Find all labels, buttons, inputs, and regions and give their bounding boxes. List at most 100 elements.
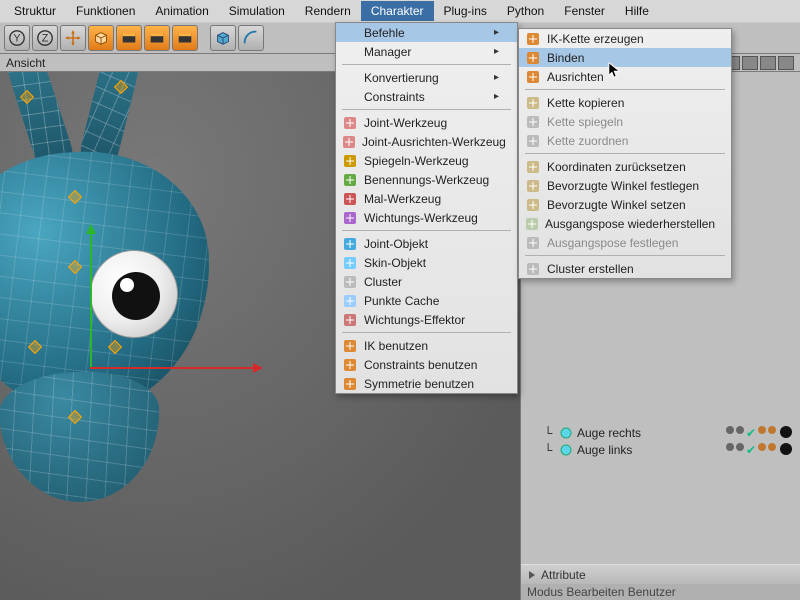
menuitem-skin-objekt[interactable]: Skin-Objekt <box>336 253 517 272</box>
axis-z-button[interactable]: Z <box>32 25 58 51</box>
character-mesh[interactable] <box>0 152 210 412</box>
mirror-icon <box>342 153 358 169</box>
menu-simulation[interactable]: Simulation <box>219 1 295 21</box>
blank-icon <box>342 70 358 86</box>
svg-text:Z: Z <box>42 33 49 45</box>
cluster-create-icon <box>525 261 541 277</box>
axis-y-button[interactable]: Y <box>4 25 30 51</box>
menuitem-label: Mal-Werkzeug <box>364 192 441 206</box>
menuitem-label: Joint-Ausrichten-Werkzeug <box>362 135 506 149</box>
menuitem-cluster-erstellen[interactable]: Cluster erstellen <box>519 259 731 278</box>
blank-icon <box>342 44 358 60</box>
menuitem-label: Skin-Objekt <box>364 256 426 270</box>
menuitem-label: Binden <box>547 51 584 65</box>
symmetry-use-icon <box>342 376 358 392</box>
menuitem-ausrichten[interactable]: Ausrichten <box>519 67 731 86</box>
move-tool-button[interactable] <box>60 25 86 51</box>
tree-flags[interactable]: ✔ <box>726 443 798 457</box>
viewport-nav-2[interactable] <box>742 56 758 70</box>
menu-python[interactable]: Python <box>497 1 554 21</box>
viewport-nav-3[interactable] <box>760 56 776 70</box>
tree-item[interactable]: └Auge rechts✔ <box>523 424 798 441</box>
cube-primitive-button[interactable] <box>88 25 114 51</box>
menuitem-joint-objekt[interactable]: Joint-Objekt <box>336 234 517 253</box>
menuitem-label: Constraints <box>364 90 425 104</box>
menuitem-wichtungs-werkzeug[interactable]: Wichtungs-Werkzeug <box>336 208 517 227</box>
menuitem-label: Cluster <box>364 275 402 289</box>
axis-y-icon <box>90 227 92 367</box>
menuitem-bevorzugte-winkel-setzen[interactable]: Bevorzugte Winkel setzen <box>519 195 731 214</box>
blank-icon <box>342 25 358 41</box>
menuitem-symmetrie-benutzen[interactable]: Symmetrie benutzen <box>336 374 517 393</box>
menuitem-label: IK-Kette erzeugen <box>547 32 644 46</box>
charakter-menu[interactable]: Befehle Manager Konvertierung Constraints Jo… <box>335 22 518 394</box>
disclosure-icon <box>529 571 535 579</box>
menuitem-wichtungs-effektor[interactable]: Wichtungs-Effektor <box>336 310 517 329</box>
menuitem-joint-werkzeug[interactable]: Joint-Werkzeug <box>336 113 517 132</box>
menu-rendern[interactable]: Rendern <box>295 1 361 21</box>
pose-restore-icon <box>525 216 539 232</box>
menuitem-label: Punkte Cache <box>364 294 439 308</box>
cube-blue-button[interactable] <box>210 25 236 51</box>
menuitem-label: Kette kopieren <box>547 96 624 110</box>
copy-chain-icon <box>525 95 541 111</box>
menuitem-label: Manager <box>364 45 411 59</box>
menuitem-label: Cluster erstellen <box>547 262 634 276</box>
menu-plug-ins[interactable]: Plug-ins <box>434 1 497 21</box>
menuitem-ik-benutzen[interactable]: IK benutzen <box>336 336 517 355</box>
sphere-icon <box>559 444 573 456</box>
menu-fenster[interactable]: Fenster <box>554 1 615 21</box>
menuitem-label: Spiegeln-Werkzeug <box>364 154 469 168</box>
attribute-title: Attribute <box>541 568 586 582</box>
tree-item[interactable]: └Auge links✔ <box>523 441 798 458</box>
attribute-header[interactable]: Attribute <box>521 564 800 584</box>
menuitem-mal-werkzeug[interactable]: Mal-Werkzeug <box>336 189 517 208</box>
render-1-button[interactable] <box>116 25 142 51</box>
align-icon <box>525 69 541 85</box>
bind-icon <box>525 50 541 66</box>
menuitem-kette-kopieren[interactable]: Kette kopieren <box>519 93 731 112</box>
menuitem-constraints-benutzen[interactable]: Constraints benutzen <box>336 355 517 374</box>
menu-struktur[interactable]: Struktur <box>4 1 66 21</box>
befehle-submenu[interactable]: IK-Kette erzeugen Binden Ausrichten Kette k… <box>518 28 732 279</box>
menuitem-label: Befehle <box>364 26 405 40</box>
menuitem-ik-kette-erzeugen[interactable]: IK-Kette erzeugen <box>519 29 731 48</box>
viewport-nav-4[interactable] <box>778 56 794 70</box>
attribute-modes[interactable]: Modus Bearbeiten Benutzer <box>521 584 800 600</box>
render-3-button[interactable] <box>172 25 198 51</box>
svg-text:Y: Y <box>13 33 20 45</box>
menuitem-konvertierung[interactable]: Konvertierung <box>336 68 517 87</box>
menu-hilfe[interactable]: Hilfe <box>615 1 659 21</box>
menuitem-label: IK benutzen <box>364 339 428 353</box>
angle-set-icon <box>525 197 541 213</box>
menu-charakter[interactable]: Charakter <box>361 1 434 21</box>
menuitem-label: Wichtungs-Effektor <box>364 313 465 327</box>
tree-label: Auge rechts <box>577 426 641 440</box>
arc-tool-button[interactable] <box>238 25 264 51</box>
menu-funktionen[interactable]: Funktionen <box>66 1 145 21</box>
menu-animation[interactable]: Animation <box>145 1 218 21</box>
menuitem-manager[interactable]: Manager <box>336 42 517 61</box>
menuitem-befehle[interactable]: Befehle <box>336 23 517 42</box>
menuitem-ausgangspose-wiederherstellen[interactable]: Ausgangspose wiederherstellen <box>519 214 731 233</box>
menuitem-cluster[interactable]: Cluster <box>336 272 517 291</box>
axis-x-icon <box>90 367 260 369</box>
tree-flags[interactable]: ✔ <box>726 426 798 440</box>
joint-align-icon <box>342 134 356 150</box>
menuitem-koordinaten-zur-cksetzen[interactable]: Koordinaten zurücksetzen <box>519 157 731 176</box>
menuitem-label: Benennungs-Werkzeug <box>364 173 489 187</box>
reset-coord-icon <box>525 159 541 175</box>
menuitem-joint-ausrichten-werkzeug[interactable]: Joint-Ausrichten-Werkzeug <box>336 132 517 151</box>
render-2-button[interactable] <box>144 25 170 51</box>
cluster-icon <box>342 274 358 290</box>
menuitem-punkte-cache[interactable]: Punkte Cache <box>336 291 517 310</box>
menuitem-label: Bevorzugte Winkel festlegen <box>547 179 699 193</box>
paint-icon <box>342 191 358 207</box>
menuitem-binden[interactable]: Binden <box>519 48 731 67</box>
menuitem-benennungs-werkzeug[interactable]: Benennungs-Werkzeug <box>336 170 517 189</box>
menuitem-constraints[interactable]: Constraints <box>336 87 517 106</box>
menuitem-kette-spiegeln: Kette spiegeln <box>519 112 731 131</box>
menuitem-spiegeln-werkzeug[interactable]: Spiegeln-Werkzeug <box>336 151 517 170</box>
menuitem-bevorzugte-winkel-festlegen[interactable]: Bevorzugte Winkel festlegen <box>519 176 731 195</box>
menuitem-label: Koordinaten zurücksetzen <box>547 160 686 174</box>
